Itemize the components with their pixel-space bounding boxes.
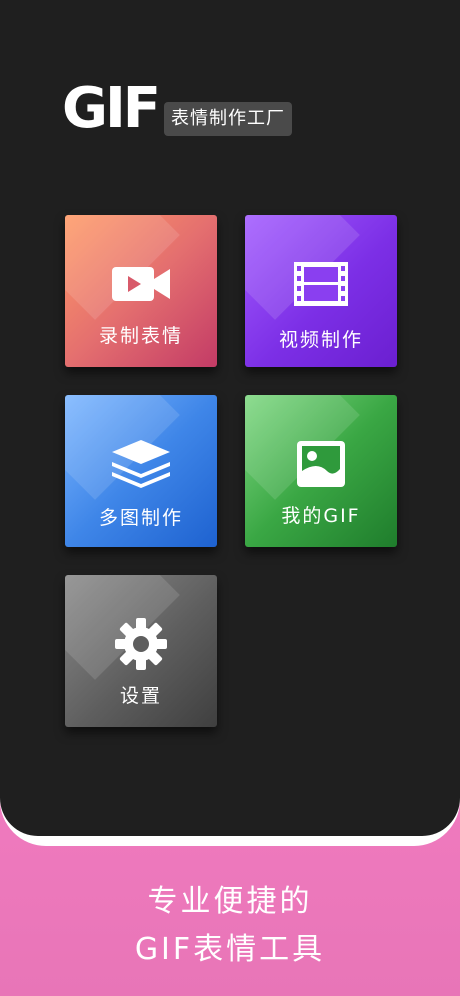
tile-record-emoji[interactable]: 录制表情 — [65, 215, 217, 367]
logo-gif-text: GIF — [62, 76, 161, 141]
app-screen: GIF 表情制作工厂 录制表情 视频制作 多图制作 我的GIF 设置 — [0, 0, 460, 836]
tile-video-make[interactable]: 视频制作 — [245, 215, 397, 367]
gear-icon — [65, 618, 217, 670]
phone-frame: GIF 表情制作工厂 录制表情 视频制作 多图制作 我的GIF 设置 — [0, 0, 460, 846]
tile-video-label: 视频制作 — [278, 329, 363, 351]
video-camera-icon — [65, 261, 217, 307]
image-icon — [245, 441, 397, 487]
promo-line-1: 专业便捷的 — [147, 884, 313, 919]
tile-multi-label: 多图制作 — [98, 507, 183, 529]
app-title-badge: 表情制作工厂 — [164, 102, 292, 136]
film-icon — [245, 261, 397, 307]
tile-settings-label: 设置 — [119, 685, 162, 707]
tile-mygif-label: 我的GIF — [281, 505, 361, 527]
tile-settings[interactable]: 设置 — [65, 575, 217, 727]
tile-my-gif[interactable]: 我的GIF — [245, 395, 397, 547]
tile-multi-image[interactable]: 多图制作 — [65, 395, 217, 547]
layers-icon — [65, 440, 217, 488]
promo-line-2: GIF表情工具 — [134, 932, 326, 967]
tile-record-label: 录制表情 — [98, 325, 183, 347]
